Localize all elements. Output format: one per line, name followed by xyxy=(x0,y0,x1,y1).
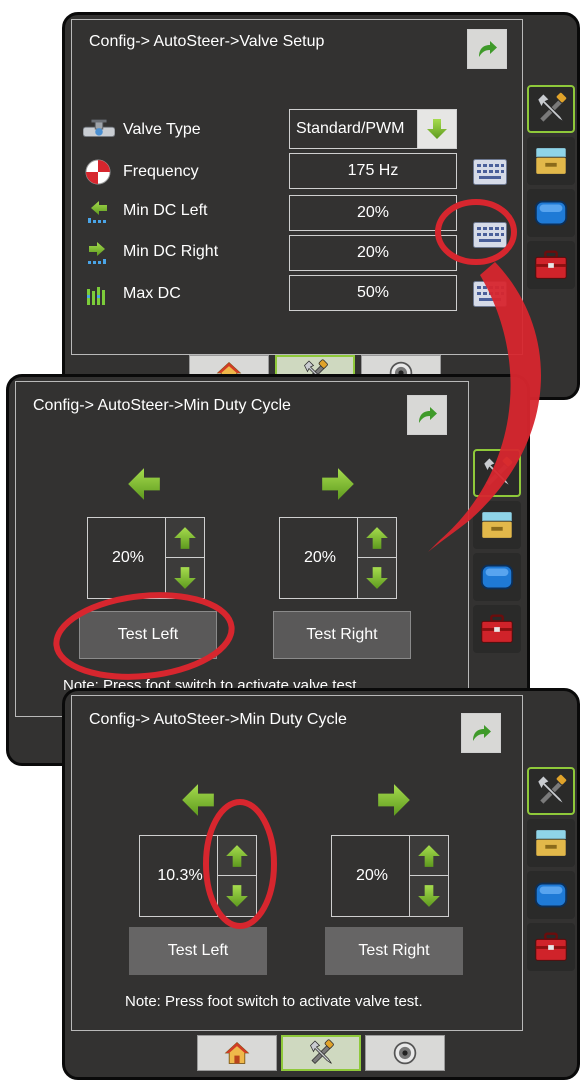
return-arrow-icon xyxy=(475,37,499,61)
return-button[interactable] xyxy=(467,29,507,69)
min-dc-right-stepper[interactable] xyxy=(357,517,397,599)
min-dc-right-icon xyxy=(85,240,111,266)
page-title: Config-> AutoSteer->Min Duty Cycle xyxy=(89,711,347,728)
toolbox-icon xyxy=(478,610,516,648)
arrow-down-icon xyxy=(224,883,250,909)
keyboard-icon-max-dc[interactable] xyxy=(473,281,507,307)
side-tab-console[interactable] xyxy=(527,137,575,185)
side-tab-console[interactable] xyxy=(473,501,521,549)
arrow-left-icon xyxy=(125,465,163,503)
return-button[interactable] xyxy=(407,395,447,435)
toolbox-icon xyxy=(532,928,570,966)
min-dc-left-value: 10.3% xyxy=(139,835,221,917)
tools-icon xyxy=(478,454,516,492)
frequency-label: Frequency xyxy=(123,163,199,180)
arrow-down-icon xyxy=(364,565,390,591)
console-icon xyxy=(532,824,570,862)
arrow-down-icon xyxy=(172,565,198,591)
side-tab-monitor[interactable] xyxy=(527,189,575,237)
monitor-icon xyxy=(478,558,516,596)
tools-icon xyxy=(532,90,570,128)
test-left-button[interactable]: Test Left xyxy=(129,927,267,975)
bottom-tab-bar xyxy=(197,1035,457,1071)
min-dc-left-stepper[interactable] xyxy=(165,517,205,599)
increase-button[interactable] xyxy=(358,518,396,558)
min-duty-cycle-panel xyxy=(15,381,469,717)
valve-icon xyxy=(83,119,115,141)
keyboard-icon-frequency[interactable] xyxy=(473,159,507,185)
min-dc-left-stepper[interactable] xyxy=(217,835,257,917)
arrow-right-icon xyxy=(319,465,357,503)
valve-type-dropdown-button[interactable] xyxy=(417,109,457,149)
side-tab-toolbox[interactable] xyxy=(527,923,575,971)
min-dc-right-field[interactable]: 20% xyxy=(289,235,457,271)
min-dc-right-value: 20% xyxy=(331,835,413,917)
side-tab-monitor[interactable] xyxy=(473,553,521,601)
arrow-up-icon xyxy=(172,525,198,551)
page-title: Config-> AutoSteer->Valve Setup xyxy=(89,33,325,50)
arrow-up-icon xyxy=(364,525,390,551)
bottom-tab-home[interactable] xyxy=(197,1035,277,1071)
home-icon xyxy=(224,1040,250,1066)
valve-type-label: Valve Type xyxy=(123,121,201,138)
console-icon xyxy=(478,506,516,544)
page-title: Config-> AutoSteer->Min Duty Cycle xyxy=(33,397,291,414)
side-tab-tools[interactable] xyxy=(473,449,521,497)
bottom-tab-gauge[interactable] xyxy=(365,1035,445,1071)
increase-button[interactable] xyxy=(166,518,204,558)
keyboard-icon-min-dc[interactable] xyxy=(473,222,507,248)
decrease-button[interactable] xyxy=(166,558,204,598)
arrow-down-icon xyxy=(425,117,449,141)
side-tab-console[interactable] xyxy=(527,819,575,867)
min-dc-right-value: 20% xyxy=(279,517,361,599)
min-dc-left-field[interactable]: 20% xyxy=(289,195,457,231)
side-tab-toolbox[interactable] xyxy=(473,605,521,653)
frequency-field[interactable]: 175 Hz xyxy=(289,153,457,189)
gauge-icon xyxy=(392,1040,418,1066)
frequency-icon xyxy=(85,159,111,185)
test-right-button[interactable]: Test Right xyxy=(325,927,463,975)
arrow-left-icon xyxy=(179,781,217,819)
max-dc-field[interactable]: 50% xyxy=(289,275,457,311)
console-icon xyxy=(532,142,570,180)
increase-button[interactable] xyxy=(218,836,256,876)
max-dc-label: Max DC xyxy=(123,285,181,302)
tools-icon xyxy=(532,772,570,810)
monitor-icon xyxy=(532,876,570,914)
arrow-up-icon xyxy=(224,843,250,869)
side-tab-tools[interactable] xyxy=(527,85,575,133)
side-tab-tools[interactable] xyxy=(527,767,575,815)
increase-button[interactable] xyxy=(410,836,448,876)
tools-icon xyxy=(306,1038,336,1068)
min-dc-right-stepper[interactable] xyxy=(409,835,449,917)
decrease-button[interactable] xyxy=(358,558,396,598)
side-tab-toolbox[interactable] xyxy=(527,241,575,289)
arrow-down-icon xyxy=(416,883,442,909)
monitor-icon xyxy=(532,194,570,232)
bottom-tab-tools[interactable] xyxy=(281,1035,361,1071)
arrow-up-icon xyxy=(416,843,442,869)
toolbox-icon xyxy=(532,246,570,284)
min-dc-left-label: Min DC Left xyxy=(123,202,208,219)
return-arrow-icon xyxy=(469,721,493,745)
return-button[interactable] xyxy=(461,713,501,753)
test-right-button[interactable]: Test Right xyxy=(273,611,411,659)
decrease-button[interactable] xyxy=(410,876,448,916)
max-dc-icon xyxy=(85,281,111,307)
test-left-button[interactable]: Test Left xyxy=(79,611,217,659)
device-min-duty-cycle-edited: Config-> AutoSteer->Min Duty Cycle 10.3%… xyxy=(62,688,580,1080)
valve-type-value: Standard/PWM xyxy=(296,120,405,137)
min-dc-left-value: 20% xyxy=(87,517,169,599)
return-arrow-icon xyxy=(415,403,439,427)
valve-test-note: Note: Press foot switch to activate valv… xyxy=(125,993,423,1010)
decrease-button[interactable] xyxy=(218,876,256,916)
min-dc-right-label: Min DC Right xyxy=(123,243,219,260)
min-dc-left-icon xyxy=(85,199,111,225)
device-valve-setup: Config-> AutoSteer->Valve Setup Valve Ty… xyxy=(62,12,580,400)
side-tab-monitor[interactable] xyxy=(527,871,575,919)
arrow-right-icon xyxy=(375,781,413,819)
